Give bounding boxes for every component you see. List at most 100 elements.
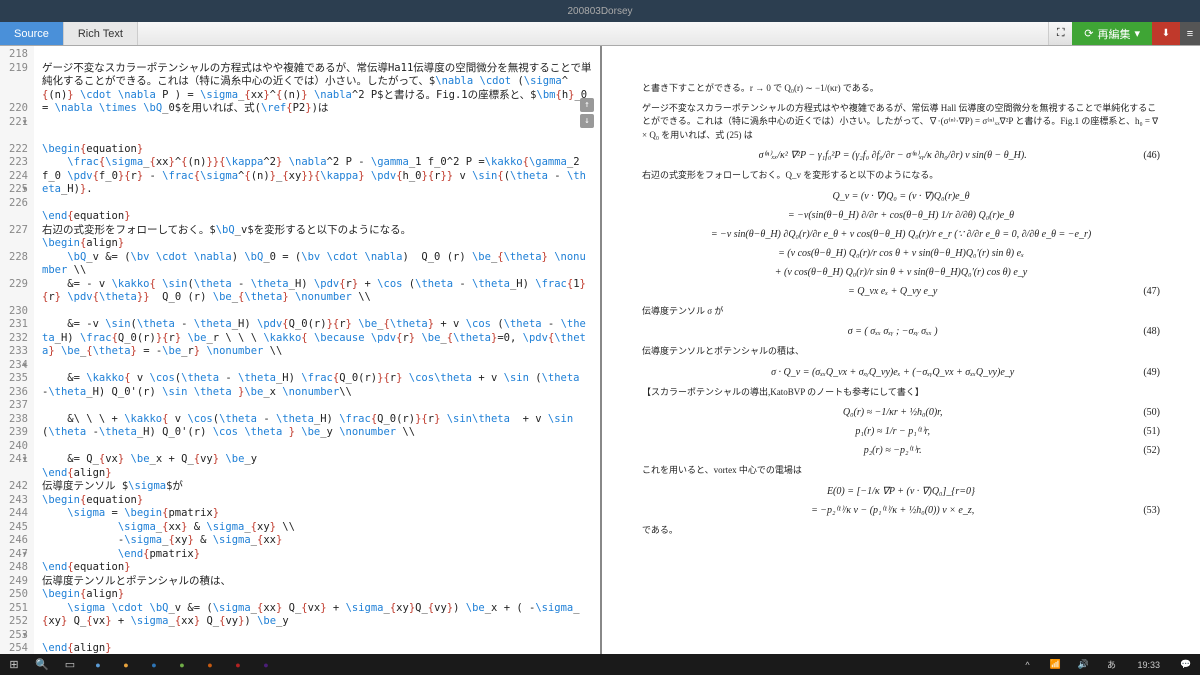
windows-taskbar[interactable]: ⊞ 🔍 ▭ ● ● ● ● ● ● ● ^ 📶 🔊 あ 19:33 💬 — [0, 654, 1200, 675]
code-line[interactable]: &= - v \kakko{ \sin(\theta - \theta_H) \… — [42, 278, 592, 305]
menu-button[interactable]: ≡ — [1180, 22, 1200, 45]
search-button[interactable]: 🔍 — [28, 654, 56, 675]
line-number: 231 — [2, 318, 28, 332]
code-line[interactable]: \sigma \cdot \bQ_v &= (\sigma_{xx} Q_{vx… — [42, 602, 592, 629]
source-editor[interactable]: ↑ ↓ 218219220 ▾221222223224 ▾22522622722… — [0, 46, 600, 654]
tray-icon[interactable]: ^ — [1013, 654, 1041, 675]
tab-richtext[interactable]: Rich Text — [64, 22, 138, 45]
line-number: 225 — [2, 183, 28, 197]
code-line[interactable]: \frac{\sigma_{xx}^{(n)}}{\kappa^2} \nabl… — [42, 156, 592, 197]
code-line[interactable]: \end{align} — [42, 642, 592, 654]
line-number: 224 ▾ — [2, 170, 28, 184]
line-number: 240 ▾ — [2, 440, 28, 454]
preview-eq: = −v sin(θ−θ_H) ∂Q₀(r)/∂r e_θ + v cos(θ−… — [642, 227, 1160, 242]
app-icon[interactable]: ● — [112, 654, 140, 675]
preview-text: ゲージ不変なスカラーポテンシャルの方程式はやや複雑であるが、常伝導 Hall 伝… — [642, 102, 1160, 143]
clock[interactable]: 19:33 — [1125, 660, 1172, 670]
preview-eq: p₂(r) ≈ −p₂⁽¹⁾r.(52) — [642, 443, 1160, 458]
notifications-icon[interactable]: 💬 — [1172, 654, 1200, 675]
preview-text: 右辺の式変形をフォローしておく。Q_v を変形すると以下のようになる。 — [642, 169, 1160, 183]
code-line[interactable] — [42, 359, 592, 373]
preview-text: と書き下すことができる。r → 0 で Q₀(r) ∼ −1/(κr) である。 — [642, 82, 1160, 96]
line-number: 254 — [2, 642, 28, 654]
pdf-preview[interactable]: と書き下すことができる。r → 0 で Q₀(r) ∼ −1/(κr) である。… — [600, 46, 1200, 654]
window-title: 200803Dorsey — [567, 6, 632, 17]
tab-source[interactable]: Source — [0, 22, 64, 45]
start-button[interactable]: ⊞ — [0, 654, 28, 675]
code-line[interactable]: 右辺の式変形をフォローしておく。$\bQ_v$を変形すると以下のようになる。 — [42, 224, 592, 238]
ime-indicator[interactable]: あ — [1097, 654, 1125, 675]
line-number — [2, 89, 28, 103]
line-number: 221 — [2, 116, 28, 130]
chevron-down-icon: ▾ — [1134, 27, 1140, 40]
windows-icon: ⊞ — [9, 658, 18, 671]
line-number: 241 — [2, 453, 28, 467]
line-number: 245 — [2, 521, 28, 535]
code-line[interactable]: \end{pmatrix} — [42, 548, 592, 562]
code-line[interactable]: \sigma = \begin{pmatrix} — [42, 507, 592, 521]
code-line[interactable]: ゲージ不変なスカラーポテンシャルの方程式はやや複雑であるが、常伝導Ha11伝導度… — [42, 62, 592, 116]
code-line[interactable]: 伝導度テンソル $\sigma$が — [42, 480, 592, 494]
code-line[interactable]: \bQ_v &= (\bv \cdot \nabla) \bQ_0 = (\bv… — [42, 251, 592, 278]
code-line[interactable] — [42, 440, 592, 454]
line-gutter: 218219220 ▾221222223224 ▾225226227228229… — [0, 46, 34, 654]
network-icon[interactable]: 📶 — [1041, 654, 1069, 675]
code-line[interactable] — [42, 48, 592, 62]
code-line[interactable]: \begin{equation} — [42, 494, 592, 508]
nav-down-icon[interactable]: ↓ — [580, 114, 594, 128]
preview-eq: = Q_vx eₓ + Q_vy e_y(47) — [642, 284, 1160, 299]
line-number: 220 ▾ — [2, 102, 28, 116]
app-icon[interactable]: ● — [224, 654, 252, 675]
code-line[interactable]: -\sigma_{xy} & \sigma_{xx} — [42, 534, 592, 548]
preview-text: である。 — [642, 524, 1160, 538]
line-number: 250 — [2, 588, 28, 602]
code-area[interactable]: ゲージ不変なスカラーポテンシャルの方程式はやや複雑であるが、常伝導Ha11伝導度… — [34, 46, 600, 654]
code-line[interactable] — [42, 629, 592, 643]
taskview-button[interactable]: ▭ — [56, 654, 84, 675]
code-line[interactable]: \sigma_{xx} & \sigma_{xy} \\ — [42, 521, 592, 535]
preview-text: 伝導度テンソル σ が — [642, 305, 1160, 319]
app-icon[interactable]: ● — [168, 654, 196, 675]
volume-icon[interactable]: 🔊 — [1069, 654, 1097, 675]
line-number: 222 — [2, 143, 28, 157]
code-line[interactable]: \begin{align} — [42, 237, 592, 251]
code-line[interactable]: \end{align} — [42, 467, 592, 481]
expand-button[interactable]: ⛶ — [1048, 22, 1072, 45]
code-line[interactable]: &= Q_{vx} \be_x + Q_{vy} \be_y — [42, 453, 592, 467]
code-line[interactable]: \begin{align} — [42, 588, 592, 602]
preview-eq: Q₀(r) ≈ −1/κr + ½h₀(0)r,(50) — [642, 405, 1160, 420]
preview-eq: σ · Q_v = (σₓₓQ_vx + σₓᵧQ_vy)eₓ + (−σₓᵧQ… — [642, 365, 1160, 380]
app-icon[interactable]: ● — [84, 654, 112, 675]
code-line[interactable]: 伝導度テンソルとポテンシャルの積は、 — [42, 575, 592, 589]
code-line[interactable]: &= \kakko{ v \cos(\theta - \theta_H) \fr… — [42, 372, 592, 399]
preview-eq: = −p₂⁽¹⁾/κ v − (p₁⁽¹⁾/κ + ½h₀(0)) v × e_… — [642, 503, 1160, 518]
nav-up-icon[interactable]: ↑ — [580, 98, 594, 112]
code-line[interactable]: \end{equation} — [42, 561, 592, 575]
line-number: 229 — [2, 278, 28, 292]
code-line[interactable]: &= -v \sin(\theta - \theta_H) \pdv{Q_0(r… — [42, 318, 592, 359]
code-line[interactable]: \begin{equation} — [42, 143, 592, 157]
preview-text: 【スカラーポテンシャルの導出,KatoBVP のノートも参考にして書く】 — [642, 386, 1160, 400]
preview-text: これを用いると、vortex 中心での電場は — [642, 464, 1160, 478]
line-number: 223 — [2, 156, 28, 170]
line-number: 251 — [2, 602, 28, 616]
code-line[interactable] — [42, 129, 592, 143]
line-number — [2, 264, 28, 278]
download-pdf-button[interactable]: ⬇ — [1152, 22, 1180, 45]
code-line[interactable] — [42, 399, 592, 413]
code-line[interactable] — [42, 197, 592, 211]
line-number: 236 — [2, 386, 28, 400]
recompile-label: 再編集 — [1097, 26, 1130, 42]
preview-eq: Q_v = (v · ∇)Q₀ = (v · ∇)Q₀(r)e_θ — [642, 189, 1160, 204]
line-number — [2, 210, 28, 224]
code-line[interactable] — [42, 116, 592, 130]
taskview-icon: ▭ — [65, 658, 75, 671]
code-line[interactable]: \end{equation} — [42, 210, 592, 224]
code-line[interactable]: &\ \ \ + \kakko{ v \cos(\theta - \theta_… — [42, 413, 592, 440]
app-icon[interactable]: ● — [252, 654, 280, 675]
recompile-button[interactable]: ⟳再編集▾ — [1072, 22, 1152, 45]
app-icon[interactable]: ● — [196, 654, 224, 675]
line-number: 234 — [2, 359, 28, 373]
code-line[interactable] — [42, 305, 592, 319]
app-icon[interactable]: ● — [140, 654, 168, 675]
